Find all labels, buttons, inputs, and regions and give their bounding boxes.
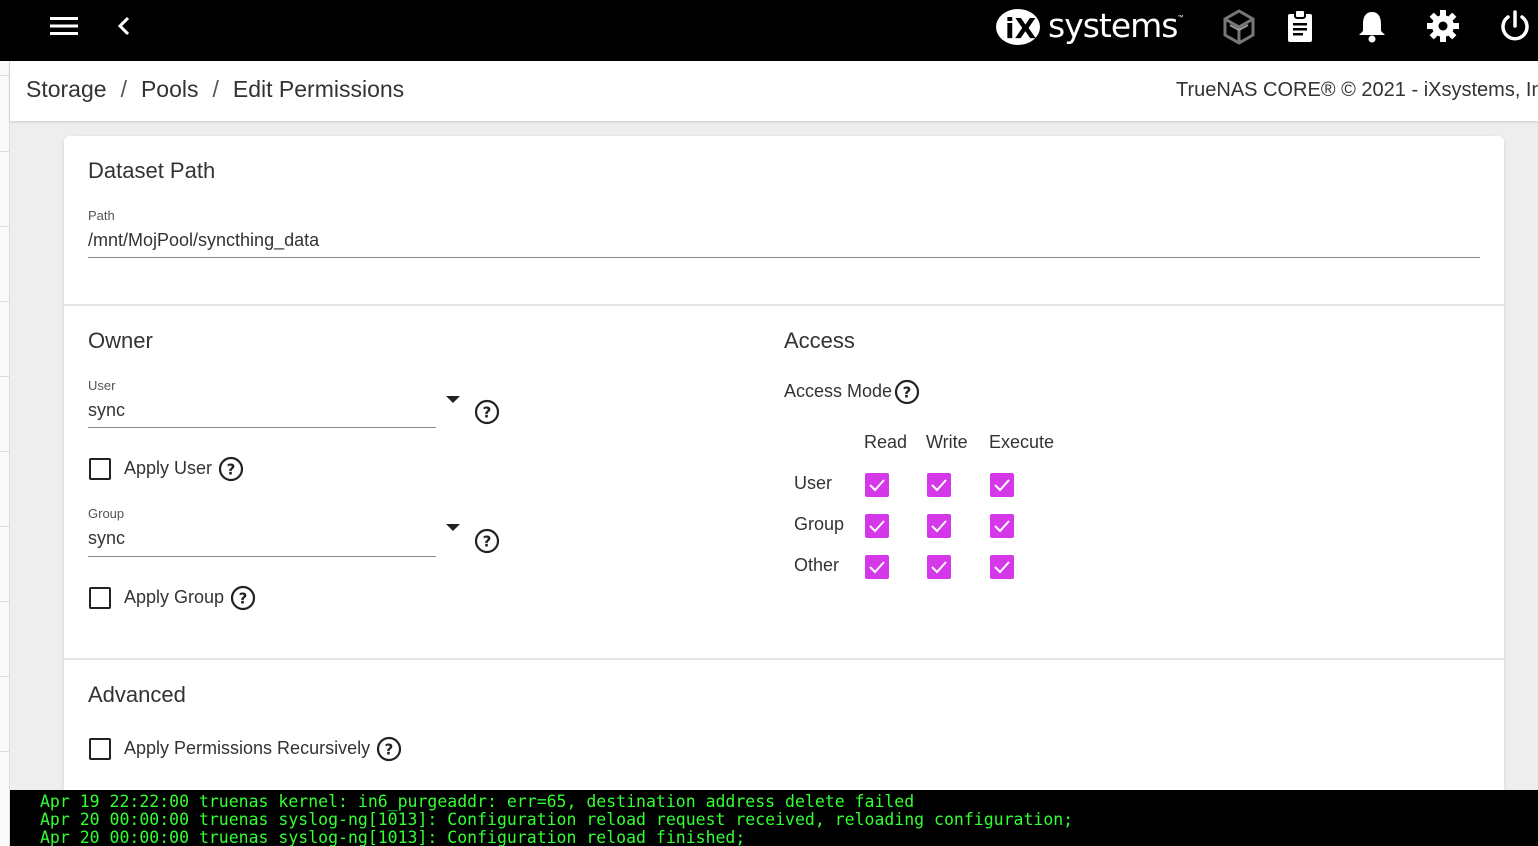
breadcrumb: Storage / Pools / Edit Permissions [26,76,404,103]
breadcrumb-bar: Storage / Pools / Edit Permissions TrueN… [10,61,1538,121]
power-icon[interactable] [1498,9,1532,43]
group-read-checkbox[interactable] [865,514,889,538]
user-underline [88,427,436,428]
apply-recursively-label[interactable]: Apply Permissions Recursively [124,738,370,759]
apply-user-label[interactable]: Apply User [124,458,212,479]
column-read: Read [864,432,908,452]
access-mode-help-icon[interactable]: ? [894,379,920,405]
apply-user-help-icon[interactable]: ? [218,456,244,482]
apply-recursively-checkbox[interactable] [89,738,111,760]
svg-text:?: ? [227,461,236,479]
svg-text:?: ? [239,590,248,608]
path-underline [88,257,1480,258]
user-help-icon[interactable]: ? [474,399,500,425]
apply-group-checkbox[interactable] [89,587,111,609]
row-user: User [794,473,833,493]
user-dropdown-caret[interactable] [446,396,460,403]
group-select[interactable]: sync [88,528,125,549]
row-other: Other [794,555,840,575]
breadcrumb-separator: / [120,76,127,102]
apply-group-label[interactable]: Apply Group [124,587,224,608]
ixsystems-logo[interactable]: iX systems ™ [994,6,1184,48]
path-label: Path [88,208,115,223]
dataset-path-title: Dataset Path [88,158,216,183]
advanced-title: Advanced [88,682,186,707]
column-execute: Execute [989,432,1055,452]
svg-text:?: ? [483,533,492,551]
group-underline [88,556,436,557]
owner-title: Owner [88,328,153,353]
back-arrow-icon[interactable] [112,12,136,40]
group-write-checkbox[interactable] [927,514,951,538]
svg-text:iX: iX [1005,12,1037,45]
group-help-icon[interactable]: ? [474,528,500,554]
svg-text:?: ? [385,741,394,759]
copyright-text: TrueNAS CORE® © 2021 - iXsystems, Inc. [1176,79,1538,101]
row-group: Group [794,514,845,534]
breadcrumb-current: Edit Permissions [232,76,405,102]
console-line: Apr 20 00:00:00 truenas syslog-ng[1013]:… [40,810,1074,829]
apply-recursively-help-icon[interactable]: ? [376,736,402,762]
svg-text:?: ? [903,384,912,402]
group-label: Group [88,506,125,521]
user-label: User [88,378,116,393]
other-execute-checkbox[interactable] [990,555,1014,579]
console-line: Apr 20 00:00:00 truenas syslog-ng[1013]:… [40,828,746,846]
other-read-checkbox[interactable] [865,555,889,579]
column-write: Write [926,432,968,452]
user-read-checkbox[interactable] [865,473,889,497]
group-execute-checkbox[interactable] [990,514,1014,538]
user-select[interactable]: sync [88,400,125,421]
console-line: Apr 19 22:22:00 truenas kernel: in6_purg… [40,792,915,811]
logo-wordmark: systems [1048,5,1178,45]
breadcrumb-storage[interactable]: Storage [26,76,107,103]
menu-icon[interactable] [48,13,80,39]
access-title: Access [784,328,855,353]
path-field[interactable]: /mnt/MojPool/syncthing_data [88,230,319,251]
svg-text:?: ? [483,404,492,422]
access-mode-label: Access Mode [784,381,893,401]
clipboard-icon[interactable] [1284,9,1316,43]
top-toolbar: iX systems ™ [0,0,1538,61]
sidebar-edge [0,61,10,846]
apply-user-checkbox[interactable] [89,458,111,480]
user-execute-checkbox[interactable] [990,473,1014,497]
permissions-form-card: Dataset Path Path /mnt/MojPool/syncthing… [64,136,1504,796]
ix-logo-mark: iX [996,9,1040,45]
user-write-checkbox[interactable] [927,473,951,497]
truecommand-icon[interactable] [1222,9,1256,45]
group-dropdown-caret[interactable] [446,524,460,531]
other-write-checkbox[interactable] [927,555,951,579]
section-divider [64,304,1504,306]
section-divider [64,658,1504,660]
breadcrumb-separator: / [212,76,219,102]
logo-trademark: ™ [1177,15,1184,21]
breadcrumb-pools[interactable]: Pools [141,76,199,103]
apply-group-help-icon[interactable]: ? [230,585,256,611]
bell-icon[interactable] [1356,9,1388,43]
console-messages[interactable]: Apr 19 22:22:00 truenas kernel: in6_purg… [10,790,1538,846]
gear-icon[interactable] [1426,9,1460,43]
